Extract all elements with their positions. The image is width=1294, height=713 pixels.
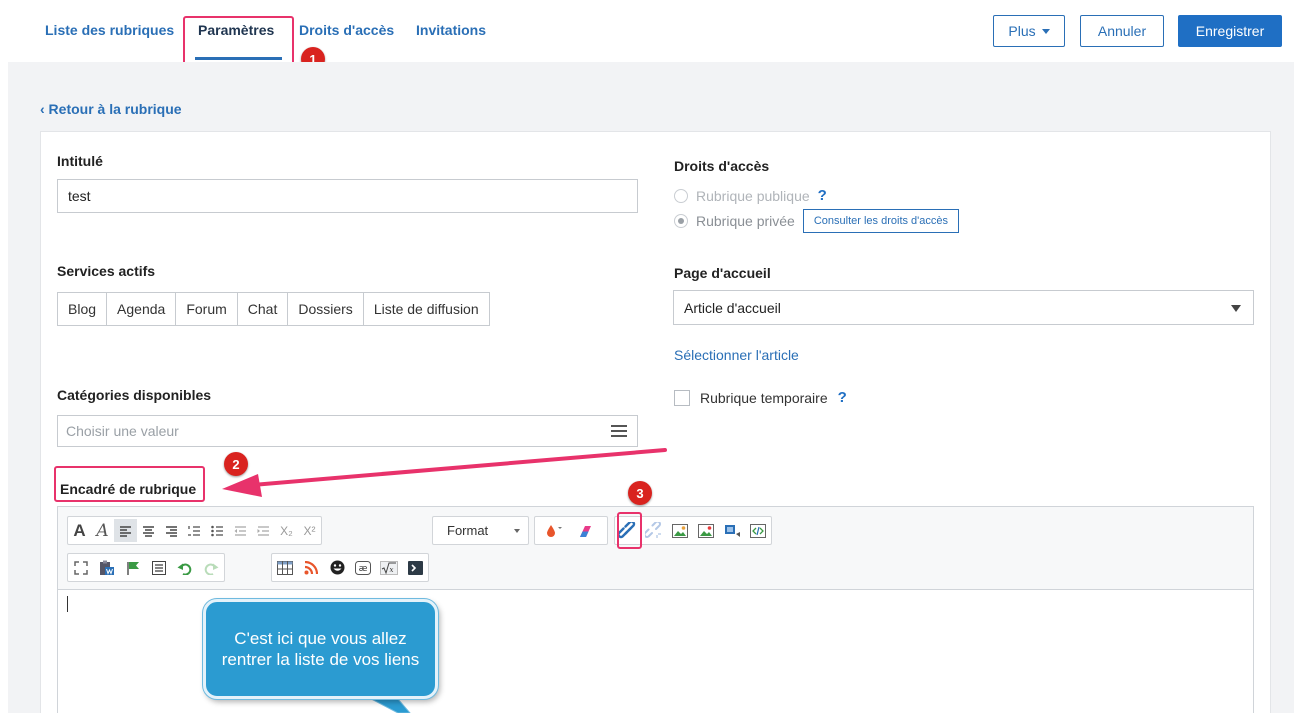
callout-tail xyxy=(357,691,411,713)
instruction-callout: C'est ici que vous allez rentrer la list… xyxy=(203,599,438,699)
